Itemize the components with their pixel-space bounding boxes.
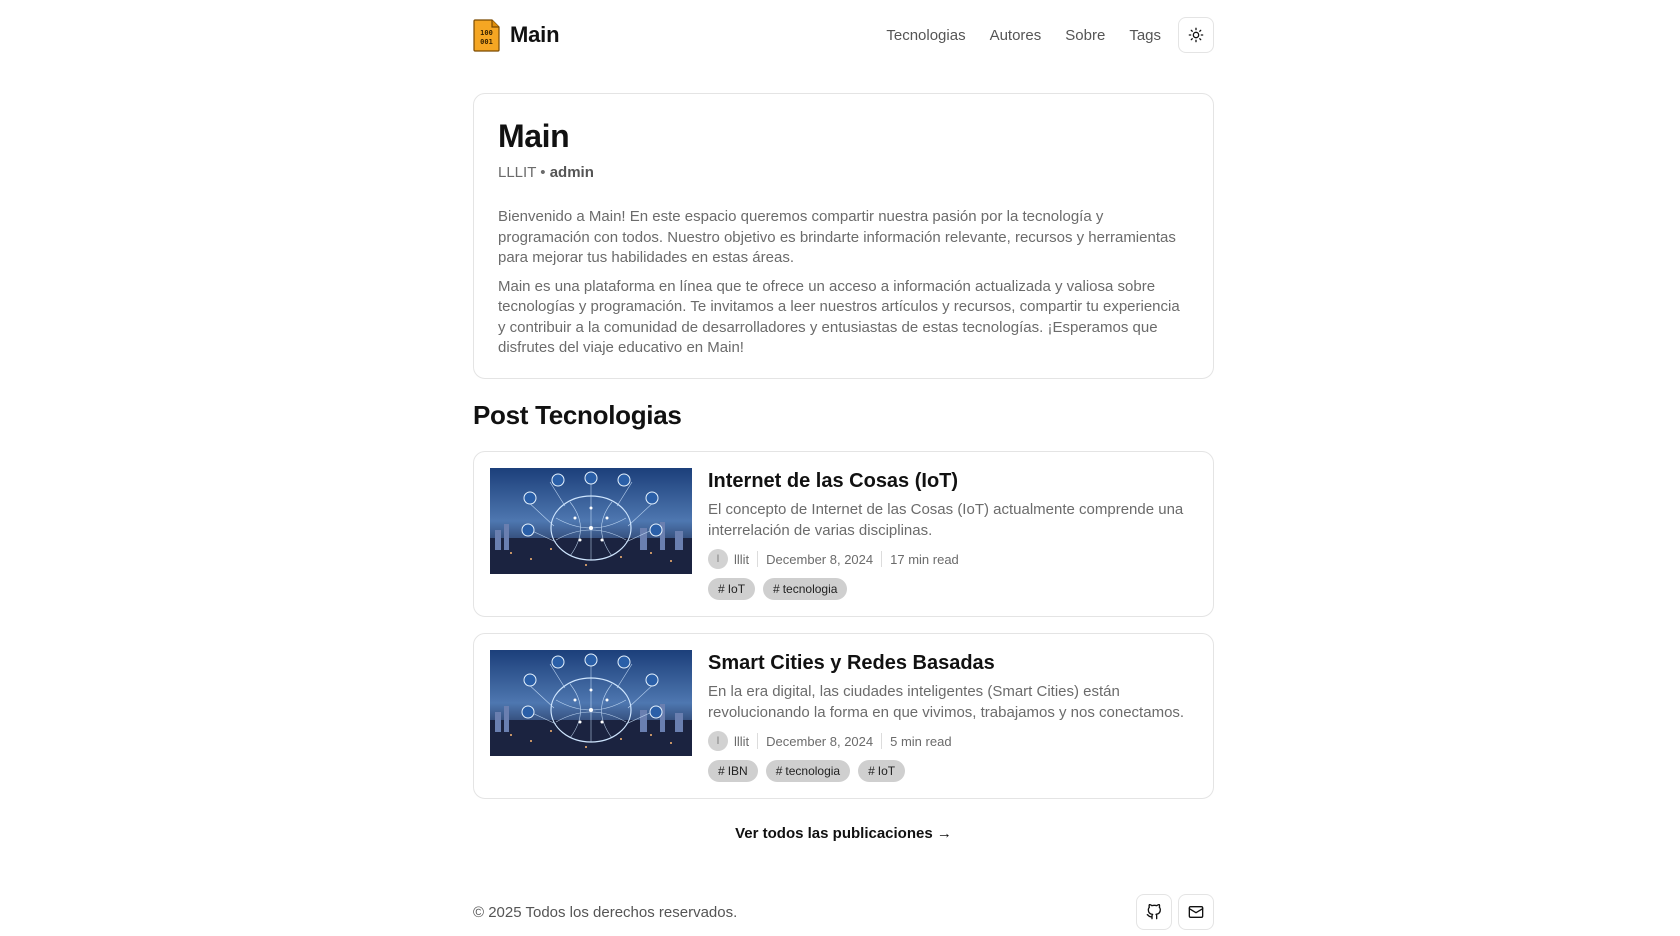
hash-icon: # xyxy=(718,582,725,596)
brand-title: Main xyxy=(510,22,560,47)
divider xyxy=(757,733,759,749)
divider xyxy=(881,733,883,749)
post-tags: # IBN # tecnologia # IoT xyxy=(708,760,1197,782)
theme-toggle-button[interactable] xyxy=(1178,17,1214,53)
post-card[interactable]: Smart Cities y Redes Basadas En la era d… xyxy=(473,633,1214,799)
view-all-posts-link[interactable]: Ver todos las publicaciones → xyxy=(473,825,1214,842)
post-meta: l lllit December 8, 2024 5 min read xyxy=(708,731,1197,751)
tag-chip[interactable]: # tecnologia xyxy=(765,760,851,782)
tag-label: IoT xyxy=(727,582,746,596)
iot-brain-network-image xyxy=(490,468,692,574)
divider xyxy=(757,551,759,567)
tag-chip[interactable]: # tecnologia xyxy=(763,578,848,600)
post-body: Smart Cities y Redes Basadas En la era d… xyxy=(708,650,1197,782)
post-author[interactable]: lllit xyxy=(734,734,749,749)
tag-label: IoT xyxy=(877,764,896,778)
intro-meta-role: admin xyxy=(549,164,594,181)
hash-icon: # xyxy=(775,764,783,778)
site-footer: © 2025 Todos los derechos reservados. xyxy=(473,893,1214,931)
hash-icon: # xyxy=(868,764,875,778)
svg-text:001: 001 xyxy=(480,38,493,46)
svg-text:100: 100 xyxy=(480,29,493,37)
binary-file-logo-icon: 100 001 xyxy=(473,18,500,52)
post-excerpt: En la era digital, las ciudades intelige… xyxy=(708,683,1185,721)
tag-chip[interactable]: # IoT xyxy=(708,578,756,600)
social-links xyxy=(1136,894,1214,930)
nav-tecnologias[interactable]: Tecnologias xyxy=(886,27,965,44)
email-button[interactable] xyxy=(1178,894,1214,930)
avatar: l xyxy=(708,731,728,751)
intro-title: Main xyxy=(498,118,570,154)
post-excerpt: El concepto de Internet de las Cosas (Io… xyxy=(708,501,1184,539)
nav-tags[interactable]: Tags xyxy=(1129,27,1161,44)
post-date: December 8, 2024 xyxy=(766,733,874,749)
tag-label: IBN xyxy=(727,764,748,778)
intro-meta-site: LLLIT xyxy=(498,164,537,181)
post-tags: # IoT # tecnologia xyxy=(708,578,1197,600)
hash-icon: # xyxy=(718,764,725,778)
post-read-time: 5 min read xyxy=(890,733,952,749)
post-body: Internet de las Cosas (IoT) El concepto … xyxy=(708,468,1197,600)
post-author[interactable]: lllit xyxy=(734,552,749,567)
tag-chip[interactable]: # IoT xyxy=(858,760,906,782)
tag-label: tecnologia xyxy=(785,764,841,778)
copyright: © 2025 Todos los derechos reservados. xyxy=(473,903,738,921)
nav-autores[interactable]: Autores xyxy=(990,27,1042,44)
github-button[interactable] xyxy=(1136,894,1172,930)
post-card[interactable]: Internet de las Cosas (IoT) El concepto … xyxy=(473,451,1214,617)
brand[interactable]: 100 001 Main xyxy=(473,18,560,52)
site-header: 100 001 Main Tecnologias Autores Sobre T… xyxy=(473,0,1214,70)
intro-meta: LLLIT • admin xyxy=(498,164,594,181)
tag-label: tecnologia xyxy=(782,582,838,596)
post-date: December 8, 2024 xyxy=(766,551,874,567)
post-title[interactable]: Smart Cities y Redes Basadas xyxy=(708,650,1197,676)
hash-icon: # xyxy=(773,582,780,596)
section-title: Post Tecnologias xyxy=(473,400,682,430)
mail-icon xyxy=(1188,906,1204,918)
post-read-time: 17 min read xyxy=(890,551,959,567)
intro-paragraph-1: Bienvenido a Main! En este espacio quere… xyxy=(498,208,1176,266)
post-thumbnail[interactable] xyxy=(490,650,692,756)
post-title[interactable]: Internet de las Cosas (IoT) xyxy=(708,468,1197,494)
avatar: l xyxy=(708,549,728,569)
nav-sobre[interactable]: Sobre xyxy=(1065,27,1105,44)
intro-paragraph-2: Main es una plataforma en línea que te o… xyxy=(498,277,1180,357)
tag-chip[interactable]: # IBN xyxy=(708,760,758,782)
iot-brain-network-image xyxy=(490,650,692,756)
post-thumbnail[interactable] xyxy=(490,468,692,574)
sun-icon xyxy=(1188,27,1204,43)
post-meta: l lllit December 8, 2024 17 min read xyxy=(708,549,1197,569)
intro-card: Main LLLIT • admin Bienvenido a Main! En… xyxy=(473,93,1214,379)
github-icon xyxy=(1146,904,1161,920)
divider xyxy=(881,551,883,567)
main-nav: Tecnologias Autores Sobre Tags xyxy=(886,17,1214,53)
